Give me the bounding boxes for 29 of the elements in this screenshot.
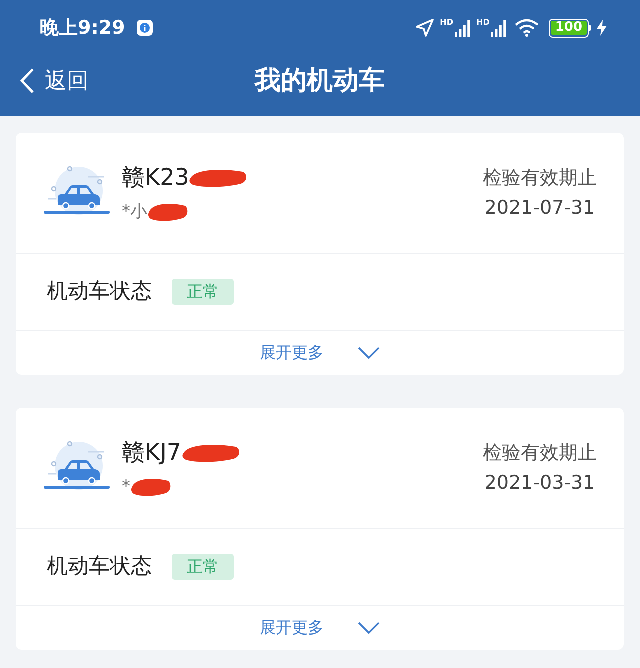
- back-chevron-icon: [20, 68, 35, 94]
- license-plate: 赣K23: [122, 164, 190, 193]
- signal-icon: [490, 19, 507, 37]
- notification-icon: [137, 20, 154, 36]
- network-type-label: HD: [476, 19, 490, 27]
- battery-indicator: 100: [548, 18, 591, 38]
- expiry-label: 检验有效期止: [483, 166, 597, 191]
- expiry-date: 2021-07-31: [484, 196, 596, 221]
- network-type-label: HD: [440, 19, 454, 27]
- expiry-label: 检验有效期止: [483, 441, 597, 466]
- charging-bolt-icon: [597, 20, 607, 36]
- location-icon: [416, 19, 434, 37]
- status-time: 晚上9:29: [40, 16, 126, 41]
- expand-more-button[interactable]: 展开更多: [260, 342, 380, 364]
- expiry-date: 2021-03-31: [484, 471, 596, 496]
- owner-name: *: [122, 476, 130, 499]
- license-plate: 赣KJ7: [122, 439, 182, 468]
- vehicle-card[interactable]: 赣KJ7 * 检验有效期止 2021-03-31 机动车状态 正常 展开更多: [16, 408, 624, 650]
- back-button[interactable]: 返回: [20, 64, 89, 98]
- status-label: 机动车状态: [47, 553, 152, 580]
- owner-name: *小: [122, 201, 148, 224]
- vehicle-card[interactable]: 赣K23 *小 检验有效期止 2021-07-31 机动车状态 正常 展开更多: [16, 133, 624, 375]
- status-tag: 正常: [172, 554, 234, 580]
- wifi-icon: [514, 19, 539, 37]
- signal-icon: [454, 19, 471, 37]
- page-title: 我的机动车: [255, 64, 385, 98]
- status-label: 机动车状态: [47, 278, 152, 306]
- status-tag: 正常: [172, 279, 234, 305]
- expand-more-button[interactable]: 展开更多: [260, 617, 380, 639]
